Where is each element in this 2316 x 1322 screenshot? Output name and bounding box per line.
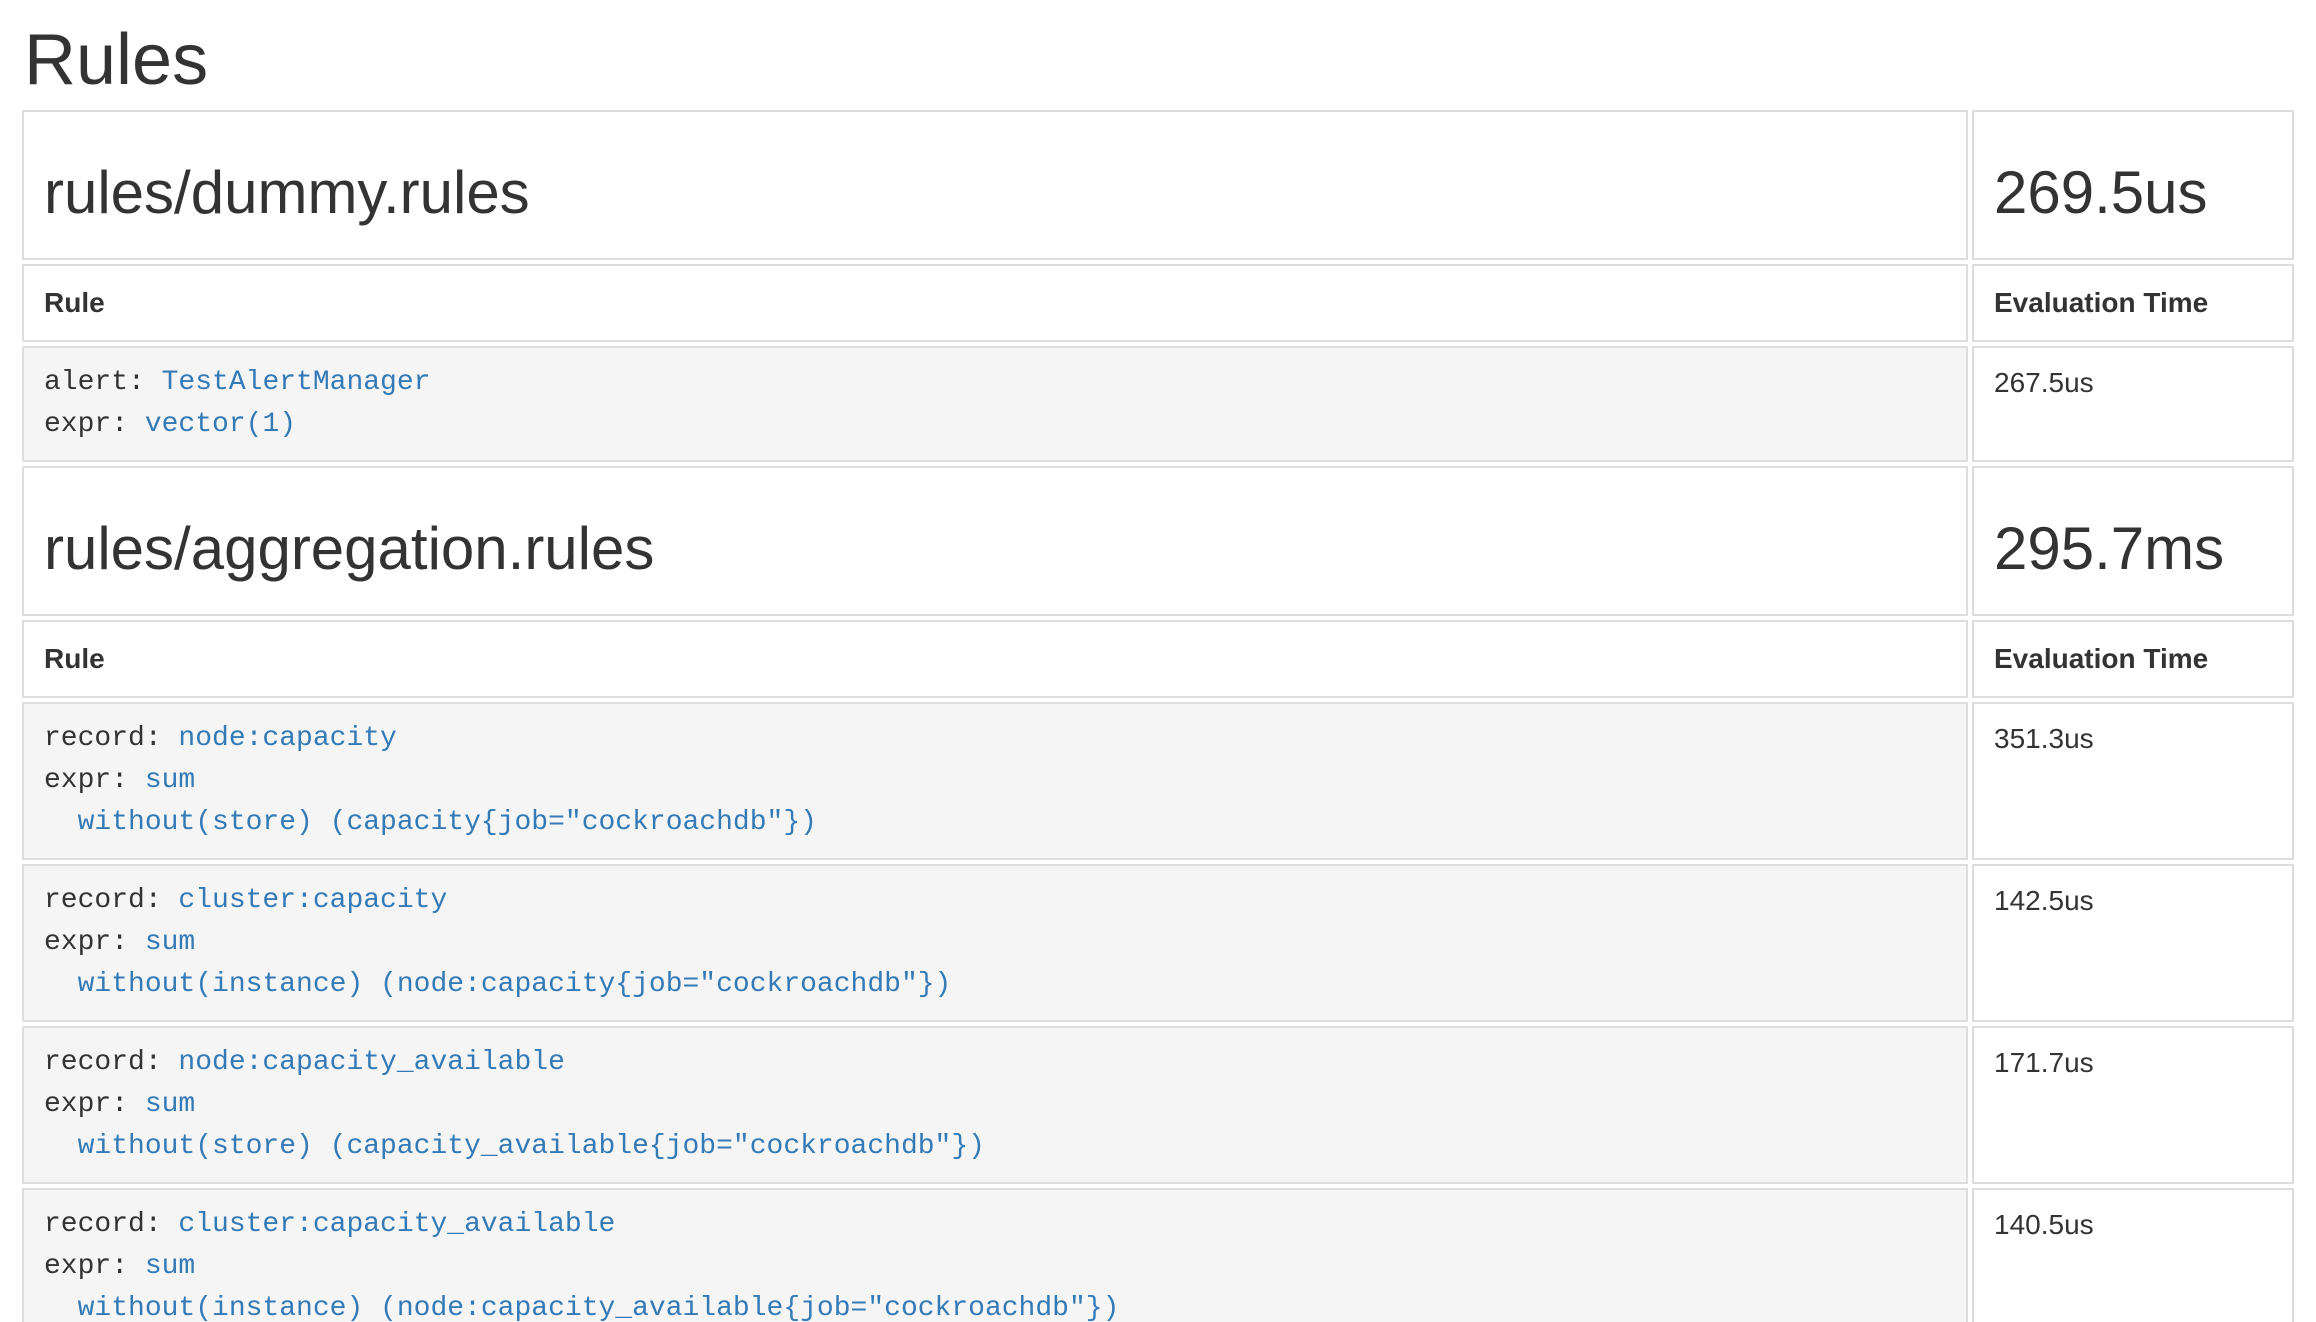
column-header-eval-time: Evaluation Time xyxy=(1972,264,2294,342)
rule-kind-label: record: xyxy=(44,1209,178,1240)
rule-expr-continuation-link[interactable]: without(store) (capacity_available{job="… xyxy=(44,1131,985,1162)
group-header-row: rules/dummy.rules 269.5us xyxy=(22,110,2294,260)
expr-label: expr: xyxy=(44,927,145,958)
group-header-row: rules/aggregation.rules 295.7ms xyxy=(22,466,2294,616)
rule-code: alert: TestAlertManager expr: vector(1) xyxy=(22,346,1968,462)
rule-code-line: without(store) (capacity_available{job="… xyxy=(44,1126,1946,1168)
rule-code-line: expr: vector(1) xyxy=(44,404,1946,446)
rule-code-line: expr: sum xyxy=(44,1246,1946,1288)
rule-code-line: expr: sum xyxy=(44,760,1946,802)
evaluation-time-value: 351.3us xyxy=(1972,702,2294,860)
rule-name-link[interactable]: node:capacity xyxy=(178,723,396,754)
expr-label: expr: xyxy=(44,1251,145,1282)
evaluation-time-value: 171.7us xyxy=(1972,1026,2294,1184)
rule-kind-label: record: xyxy=(44,723,178,754)
rule-expr-link[interactable]: sum xyxy=(145,1089,195,1120)
column-header-eval-time: Evaluation Time xyxy=(1972,620,2294,698)
group-file-title: rules/aggregation.rules xyxy=(22,466,1968,616)
group-eval-time: 295.7ms xyxy=(1972,466,2294,616)
rule-expr-link[interactable]: sum xyxy=(145,927,195,958)
rule-row: record: cluster:capacity expr: sum witho… xyxy=(22,864,2294,1022)
evaluation-time-value: 267.5us xyxy=(1972,346,2294,462)
column-header-rule: Rule xyxy=(22,264,1968,342)
page-title: Rules xyxy=(24,24,2298,96)
rule-kind-label: record: xyxy=(44,885,178,916)
rule-code-line: alert: TestAlertManager xyxy=(44,362,1946,404)
rule-expr-link[interactable]: sum xyxy=(145,765,195,796)
rule-name-link[interactable]: node:capacity_available xyxy=(178,1047,564,1078)
rule-code: record: cluster:capacity_available expr:… xyxy=(22,1188,1968,1322)
rule-name-link[interactable]: cluster:capacity_available xyxy=(178,1209,615,1240)
rule-code-line: without(instance) (node:capacity_availab… xyxy=(44,1288,1946,1322)
group-eval-time: 269.5us xyxy=(1972,110,2294,260)
column-header-row: Rule Evaluation Time xyxy=(22,264,2294,342)
rules-page: Rules rules/dummy.rules 269.5us Rule Eva… xyxy=(0,24,2316,1322)
rules-table: rules/dummy.rules 269.5us Rule Evaluatio… xyxy=(18,106,2298,1322)
rule-expr-link[interactable]: vector(1) xyxy=(145,409,296,440)
rule-kind-label: alert: xyxy=(44,367,162,398)
rule-code-line: without(store) (capacity{job="cockroachd… xyxy=(44,802,1946,844)
rule-code: record: node:capacity_available expr: su… xyxy=(22,1026,1968,1184)
rule-code-line: record: node:capacity_available xyxy=(44,1042,1946,1084)
rule-name-link[interactable]: cluster:capacity xyxy=(178,885,447,916)
rule-row: record: node:capacity expr: sum without(… xyxy=(22,702,2294,860)
column-header-row: Rule Evaluation Time xyxy=(22,620,2294,698)
rule-expr-continuation-link[interactable]: without(store) (capacity{job="cockroachd… xyxy=(44,807,817,838)
rule-code-line: record: cluster:capacity xyxy=(44,880,1946,922)
evaluation-time-value: 142.5us xyxy=(1972,864,2294,1022)
rule-row: record: node:capacity_available expr: su… xyxy=(22,1026,2294,1184)
rule-code: record: node:capacity expr: sum without(… xyxy=(22,702,1968,860)
group-file-title: rules/dummy.rules xyxy=(22,110,1968,260)
rule-expr-continuation-link[interactable]: without(instance) (node:capacity_availab… xyxy=(44,1293,1119,1322)
expr-label: expr: xyxy=(44,1089,145,1120)
rule-expr-continuation-link[interactable]: without(instance) (node:capacity{job="co… xyxy=(44,969,951,1000)
expr-label: expr: xyxy=(44,409,145,440)
rule-code-line: expr: sum xyxy=(44,1084,1946,1126)
evaluation-time-value: 140.5us xyxy=(1972,1188,2294,1322)
rule-row: record: cluster:capacity_available expr:… xyxy=(22,1188,2294,1322)
rule-code: record: cluster:capacity expr: sum witho… xyxy=(22,864,1968,1022)
rule-code-line: record: node:capacity xyxy=(44,718,1946,760)
expr-label: expr: xyxy=(44,765,145,796)
rule-kind-label: record: xyxy=(44,1047,178,1078)
rule-row: alert: TestAlertManager expr: vector(1) … xyxy=(22,346,2294,462)
rule-name-link[interactable]: TestAlertManager xyxy=(162,367,431,398)
rule-code-line: expr: sum xyxy=(44,922,1946,964)
rule-expr-link[interactable]: sum xyxy=(145,1251,195,1282)
column-header-rule: Rule xyxy=(22,620,1968,698)
rule-code-line: without(instance) (node:capacity{job="co… xyxy=(44,964,1946,1006)
rule-code-line: record: cluster:capacity_available xyxy=(44,1204,1946,1246)
